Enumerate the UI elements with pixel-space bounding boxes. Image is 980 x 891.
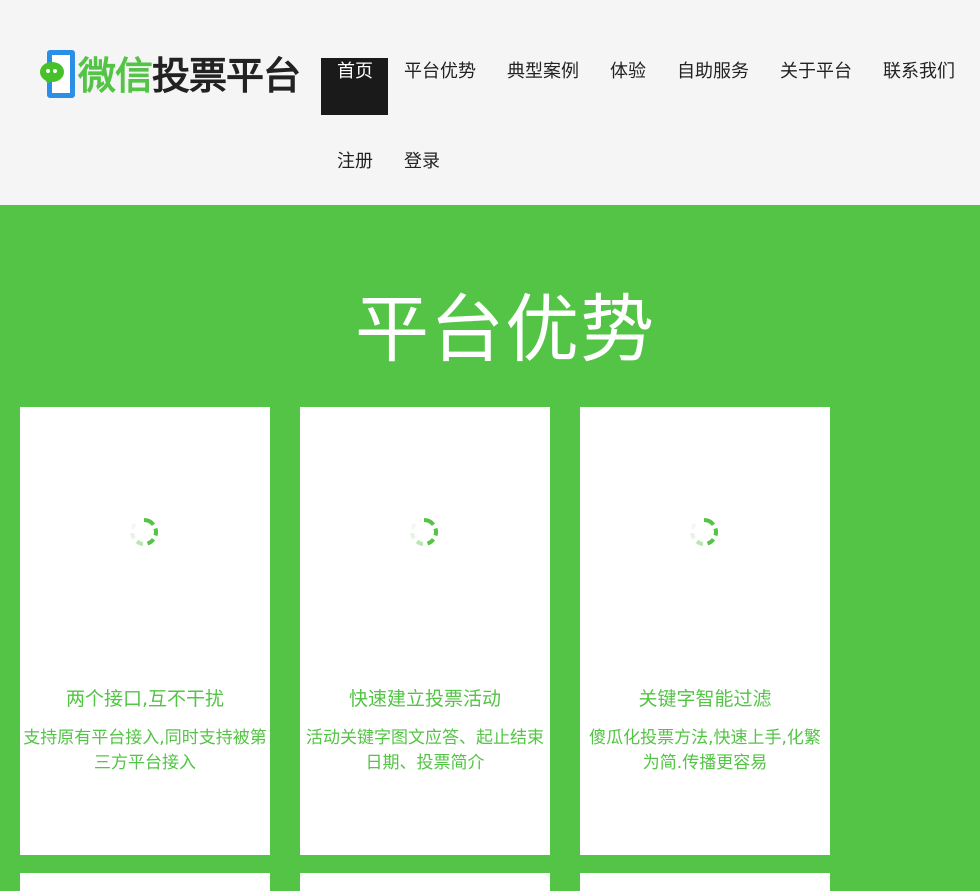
loading-spinner-icon (690, 518, 719, 546)
card-title: 关键字智能过滤 (638, 688, 772, 710)
section-title: 平台优势 (355, 287, 655, 373)
logo-text-dark: 投票平台 (152, 54, 301, 98)
nav-item-home[interactable]: 首页 (337, 60, 373, 84)
loading-spinner-icon (130, 518, 159, 546)
nav-item-experience[interactable]: 体验 (610, 60, 646, 84)
nav-item-login[interactable]: 登录 (404, 150, 440, 174)
nav-item-contact[interactable]: 联系我们 (883, 60, 955, 84)
site-header: 微信投票平台 首页 平台优势 典型案例 体验 自助服务 关于平台 联系我们 注册… (0, 0, 980, 205)
wechat-bubble-tail (44, 78, 52, 84)
card-title: 快速建立投票活动 (348, 688, 501, 710)
logo-text: 微信投票平台 (78, 52, 301, 100)
feature-card: 两个接口,互不干扰 支持原有平台接入,同时支持被第三方平台接入 (20, 407, 270, 855)
card-description: 傻瓜化投票方法,快速上手,化繁为简.传播更容易 (589, 728, 821, 773)
feature-card-next-row (20, 873, 270, 891)
nav-item-about[interactable]: 关于平台 (780, 60, 852, 84)
site-logo[interactable]: 微信投票平台 (40, 50, 310, 100)
nav-item-advantages[interactable]: 平台优势 (404, 60, 476, 84)
feature-card: 快速建立投票活动 活动关键字图文应答、起止结束日期、投票简介 (300, 407, 550, 855)
nav-item-self-service[interactable]: 自助服务 (677, 60, 749, 84)
nav-item-register[interactable]: 注册 (337, 150, 373, 174)
logo-text-green: 微信 (78, 54, 153, 98)
nav-item-cases[interactable]: 典型案例 (507, 60, 579, 84)
card-description: 活动关键字图文应答、起止结束日期、投票简介 (306, 728, 544, 773)
loading-spinner-icon (410, 518, 439, 546)
card-title: 两个接口,互不干扰 (65, 688, 225, 710)
feature-card-next-row (580, 873, 830, 891)
feature-card: 关键字智能过滤 傻瓜化投票方法,快速上手,化繁为简.传播更容易 (580, 407, 830, 855)
card-description: 支持原有平台接入,同时支持被第三方平台接入 (23, 728, 267, 773)
feature-card-next-row (300, 873, 550, 891)
